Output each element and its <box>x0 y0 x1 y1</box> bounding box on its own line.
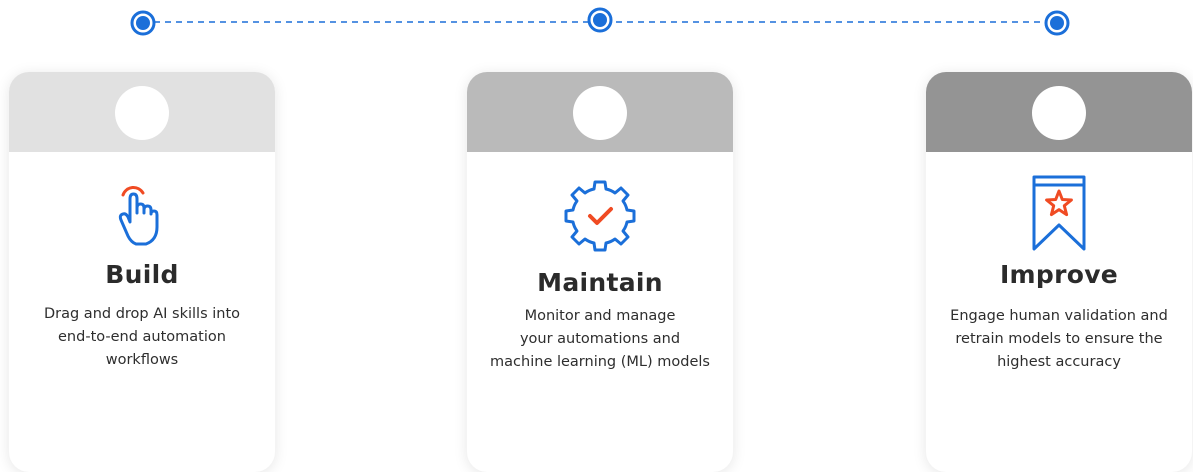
card-improve-description: Engage human validation and retrain mode… <box>944 305 1174 374</box>
card-build-desc-line-1: Drag and drop AI skills into <box>43 306 241 322</box>
gear-check-icon <box>560 174 640 254</box>
card-maintain-header-circle <box>573 86 627 140</box>
timeline-node-2 <box>587 7 613 33</box>
card-improve-header <box>926 72 1192 152</box>
timeline-node-3 <box>1044 10 1070 36</box>
card-build-header <box>9 72 275 152</box>
card-maintain-desc-line-2: your automations and <box>519 331 681 347</box>
card-improve-header-circle <box>1032 86 1086 140</box>
card-build: Build Drag and drop AI skills into end-t… <box>9 72 275 472</box>
timeline-node-1 <box>130 10 156 36</box>
card-maintain-description: Monitor and manage your automations and … <box>485 305 715 374</box>
card-improve: Improve Engage human validation and retr… <box>926 72 1192 472</box>
ribbon-star-icon <box>1019 171 1099 251</box>
card-improve-desc-line-2: retrain models to ensure the <box>955 331 1163 347</box>
timeline <box>130 7 1070 36</box>
card-build-header-circle <box>115 86 169 140</box>
card-improve-desc-line-3: highest accuracy <box>997 354 1121 370</box>
card-maintain-desc-line-1: Monitor and manage <box>524 308 676 324</box>
card-build-title: Build <box>105 260 179 289</box>
card-maintain-desc-line-3: machine learning (ML) models <box>490 354 710 370</box>
card-improve-title: Improve <box>999 260 1119 289</box>
touch-hand-icon <box>102 172 182 252</box>
card-build-desc-line-2: end-to-end automation <box>58 329 226 345</box>
card-maintain-header <box>467 72 733 152</box>
card-build-description: Drag and drop AI skills into end-to-end … <box>27 303 257 372</box>
card-build-desc-line-3: workflows <box>105 352 179 368</box>
card-maintain: Maintain Monitor and manage your automat… <box>467 72 733 472</box>
card-maintain-title: Maintain <box>537 268 663 297</box>
card-improve-desc-line-1: Engage human validation and <box>950 308 1168 324</box>
